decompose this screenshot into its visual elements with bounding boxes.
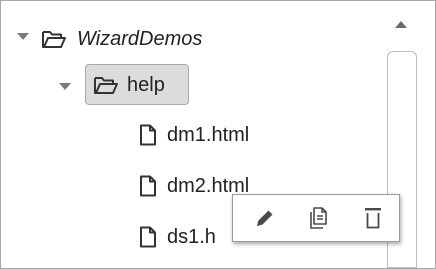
pencil-icon — [254, 207, 276, 229]
tree-node-help[interactable]: help — [93, 65, 165, 105]
file-icon — [139, 124, 157, 146]
file-icon — [139, 175, 157, 197]
folder-open-icon — [93, 75, 119, 95]
rename-button[interactable] — [251, 204, 279, 232]
trash-icon — [363, 206, 383, 230]
folder-open-icon — [41, 29, 67, 49]
tree-node-file[interactable]: ds1.h — [139, 217, 216, 257]
expand-toggle-wizarddemos[interactable] — [17, 33, 29, 40]
tree-node-label: WizardDemos — [77, 27, 203, 50]
tree-node-file[interactable]: dm1.html — [139, 115, 249, 155]
tree-node-label: ds1.h — [167, 225, 216, 248]
expand-toggle-help[interactable] — [59, 83, 71, 90]
panel-edge — [427, 1, 435, 268]
file-icon — [139, 226, 157, 248]
scroll-up-arrow-icon[interactable] — [395, 21, 407, 28]
tree-node-label: help — [127, 73, 165, 96]
node-actions-popup — [232, 194, 400, 242]
tree-node-wizarddemos[interactable]: WizardDemos — [41, 19, 202, 59]
delete-button[interactable] — [359, 204, 387, 232]
copy-icon — [308, 206, 330, 230]
duplicate-button[interactable] — [305, 204, 333, 232]
tree-node-label: dm1.html — [167, 123, 250, 146]
